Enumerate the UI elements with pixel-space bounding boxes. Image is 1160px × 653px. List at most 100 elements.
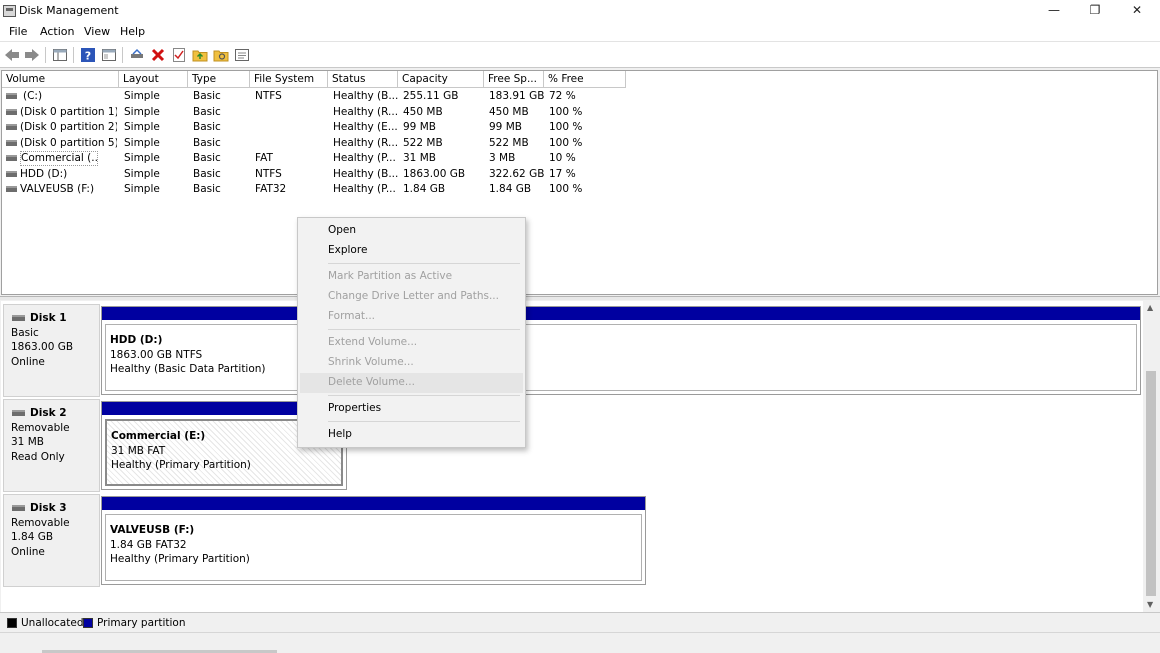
disk-name: Disk 1: [30, 312, 67, 324]
delete-icon[interactable]: [150, 47, 166, 63]
scroll-up-icon[interactable]: ▲: [1147, 303, 1153, 312]
column-header-percent-free[interactable]: % Free: [544, 71, 626, 88]
column-header-layout[interactable]: Layout: [119, 71, 188, 88]
partition-status: Healthy (Primary Partition): [111, 459, 251, 471]
restore-button[interactable]: ❐: [1074, 0, 1116, 23]
vertical-scrollbar[interactable]: ▲ ▼: [1143, 301, 1159, 612]
cell-volume: Commercial (...: [20, 151, 98, 166]
disk-2-label[interactable]: Disk 2 Removable 31 MB Read Only: [3, 399, 100, 492]
table-row[interactable]: VALVEUSB (F:) Simple Basic FAT32 Healthy…: [2, 182, 622, 197]
help-icon[interactable]: ?: [80, 47, 96, 63]
cell-volume: (Disk 0 partition 5): [20, 136, 117, 149]
pane-splitter[interactable]: [0, 296, 1160, 300]
partition-status: Healthy (Basic Data Partition): [110, 363, 266, 375]
disk-state: Online: [11, 355, 45, 368]
table-row[interactable]: (Disk 0 partition 5) Simple Basic Health…: [2, 136, 622, 151]
volume-icon: [6, 139, 17, 146]
table-row[interactable]: HDD (D:) Simple Basic NTFS Healthy (B...…: [2, 167, 622, 182]
folder-search-icon[interactable]: [213, 47, 229, 63]
volume-icon: [6, 170, 17, 177]
partition-size-fs: 1863.00 GB NTFS: [110, 348, 203, 361]
cell-layout: Simple: [124, 152, 160, 164]
cell-status: Healthy (P...: [333, 152, 396, 164]
back-arrow-icon[interactable]: [4, 47, 20, 63]
disk-1-label[interactable]: Disk 1 Basic 1863.00 GB Online: [3, 304, 100, 397]
cell-file-system: NTFS: [255, 90, 282, 102]
minimize-button[interactable]: —: [1033, 0, 1075, 23]
disk-state: Read Only: [11, 450, 65, 463]
menu-action[interactable]: Action: [40, 25, 74, 38]
context-menu-mark-active[interactable]: Mark Partition as Active: [328, 270, 452, 282]
partition-title: HDD (D:): [110, 334, 163, 346]
volume-icon: [6, 108, 17, 115]
menu-help[interactable]: Help: [120, 25, 145, 38]
disk-size: 1.84 GB: [11, 531, 54, 543]
cell-layout: Simple: [124, 167, 160, 180]
cell-percent-free: 10 %: [549, 152, 576, 164]
cell-capacity: 1.84 GB: [403, 183, 446, 195]
volume-icon: [6, 186, 17, 192]
cell-type: Basic: [193, 136, 221, 149]
disk-icon: [12, 410, 25, 416]
check-icon[interactable]: [171, 47, 187, 63]
legend-primary-partition: Primary partition: [97, 617, 186, 629]
folder-up-icon[interactable]: [192, 47, 208, 63]
context-menu: Open Explore Mark Partition as Active Ch…: [297, 217, 526, 448]
context-menu-open[interactable]: Open: [328, 224, 356, 236]
console-tree-icon[interactable]: [52, 47, 68, 63]
context-menu-explore[interactable]: Explore: [328, 244, 367, 256]
cell-capacity: 31 MB: [403, 152, 436, 164]
menu-file[interactable]: File: [9, 25, 27, 38]
volume-list[interactable]: Volume Layout Type File System Status Ca…: [1, 70, 1158, 295]
context-menu-change-drive-letter[interactable]: Change Drive Letter and Paths...: [328, 290, 499, 302]
toolbar: ?: [0, 41, 1160, 68]
cell-type: Basic: [193, 121, 221, 133]
context-menu-shrink-volume[interactable]: Shrink Volume...: [328, 356, 414, 368]
forward-arrow-icon[interactable]: [24, 47, 40, 63]
cell-volume: (Disk 0 partition 2): [20, 121, 117, 133]
table-row[interactable]: (Disk 0 partition 1) Simple Basic Health…: [2, 105, 622, 120]
disk-type: Basic: [11, 326, 39, 339]
context-menu-separator: [328, 395, 520, 396]
window-title: Disk Management: [19, 4, 119, 17]
partition-hdd-d[interactable]: HDD (D:) 1863.00 GB NTFS Healthy (Basic …: [101, 306, 1141, 395]
primary-partition-bar: [102, 497, 645, 510]
context-menu-delete-volume[interactable]: Delete Volume...: [328, 376, 415, 388]
context-menu-extend-volume[interactable]: Extend Volume...: [328, 336, 417, 348]
cell-status: Healthy (B...: [333, 167, 399, 180]
partition-body: HDD (D:) 1863.00 GB NTFS Healthy (Basic …: [105, 324, 1137, 391]
column-header-type[interactable]: Type: [188, 71, 250, 88]
close-button[interactable]: ✕: [1116, 0, 1158, 23]
context-menu-properties[interactable]: Properties: [328, 402, 381, 414]
partition-valveusb-f[interactable]: VALVEUSB (F:) 1.84 GB FAT32 Healthy (Pri…: [101, 496, 646, 585]
cell-status: Healthy (R...: [333, 105, 399, 118]
table-row[interactable]: (C:) Simple Basic NTFS Healthy (B... 255…: [2, 89, 622, 104]
context-menu-help[interactable]: Help: [328, 428, 352, 440]
column-header-capacity[interactable]: Capacity: [398, 71, 484, 88]
menu-view[interactable]: View: [84, 25, 110, 38]
cell-capacity: 99 MB: [403, 121, 436, 133]
column-header-volume[interactable]: Volume: [2, 71, 119, 88]
toolbar-separator: [73, 47, 74, 63]
svg-text:?: ?: [85, 50, 91, 63]
volume-icon: [6, 155, 17, 161]
cell-free-space: 322.62 GB: [489, 167, 545, 180]
menu-bar: File Action View Help: [0, 23, 1160, 41]
connect-disk-icon[interactable]: [129, 47, 145, 63]
toolbar-separator: [45, 47, 46, 63]
column-header-status[interactable]: Status: [328, 71, 398, 88]
console-pane-icon[interactable]: [101, 47, 117, 63]
properties-icon[interactable]: [234, 47, 250, 63]
cell-volume: VALVEUSB (F:): [20, 183, 95, 195]
scrollbar-thumb[interactable]: [1146, 371, 1156, 596]
column-header-file-system[interactable]: File System: [250, 71, 328, 88]
context-menu-format[interactable]: Format...: [328, 310, 375, 322]
table-row[interactable]: (Disk 0 partition 2) Simple Basic Health…: [2, 120, 622, 135]
partition-size-fs: 1.84 GB FAT32: [110, 538, 187, 551]
table-row[interactable]: Commercial (... Simple Basic FAT Healthy…: [2, 151, 622, 166]
cell-percent-free: 100 %: [549, 105, 583, 118]
cell-capacity: 522 MB: [403, 136, 443, 149]
column-header-free-space[interactable]: Free Sp...: [484, 71, 544, 88]
scroll-down-icon[interactable]: ▼: [1147, 600, 1153, 609]
disk-3-label[interactable]: Disk 3 Removable 1.84 GB Online: [3, 494, 100, 587]
